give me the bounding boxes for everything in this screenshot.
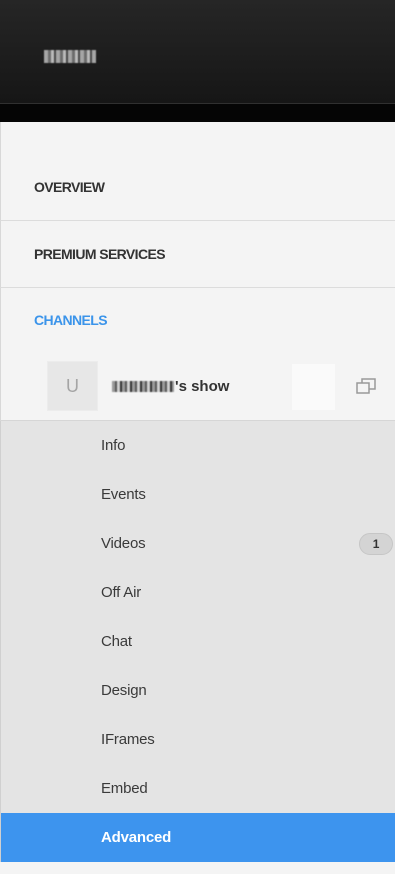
- subnav-embed[interactable]: Embed: [1, 764, 395, 813]
- subnav-info-label: Info: [101, 437, 126, 454]
- account-header: [0, 0, 395, 103]
- subnav-off-air[interactable]: Off Air: [1, 568, 395, 617]
- blurred-username[interactable]: [44, 50, 96, 63]
- subnav-chat-label: Chat: [101, 633, 132, 650]
- blurred-channel-owner: [112, 380, 174, 392]
- subnav-events-label: Events: [101, 486, 146, 503]
- subnav-events[interactable]: Events: [1, 470, 395, 519]
- nav-spacer: [0, 122, 395, 154]
- subnav-advanced-label: Advanced: [101, 829, 172, 846]
- nav-overview[interactable]: OVERVIEW: [0, 154, 395, 221]
- subnav-design[interactable]: Design: [1, 666, 395, 715]
- popout-icon[interactable]: [356, 377, 376, 395]
- nav-channels[interactable]: CHANNELS: [0, 288, 395, 352]
- subnav-videos-label: Videos: [101, 535, 146, 552]
- subnav-info[interactable]: Info: [1, 421, 395, 470]
- subnav-iframes-label: IFrames: [101, 731, 155, 748]
- sidebar: OVERVIEW PREMIUM SERVICES CHANNELS U 's …: [0, 0, 395, 874]
- subnav-design-label: Design: [101, 682, 147, 699]
- channel-show-name[interactable]: 's show: [112, 378, 229, 395]
- channel-show-row[interactable]: U 's show: [0, 352, 395, 421]
- videos-count-badge: 1: [359, 533, 393, 555]
- header-divider: [0, 103, 395, 122]
- subnav-videos[interactable]: Videos 1: [1, 519, 395, 568]
- channel-status-box: [292, 364, 335, 410]
- channel-subnav: Info Events Videos 1 Off Air Chat Design…: [0, 421, 395, 862]
- subnav-iframes[interactable]: IFrames: [1, 715, 395, 764]
- nav-premium-services[interactable]: PREMIUM SERVICES: [0, 221, 395, 288]
- avatar-letter: U: [66, 375, 79, 396]
- nav-channels-label: CHANNELS: [34, 312, 108, 328]
- subnav-advanced[interactable]: Advanced: [1, 813, 395, 862]
- nav-premium-services-label: PREMIUM SERVICES: [34, 246, 166, 262]
- subnav-chat[interactable]: Chat: [1, 617, 395, 666]
- nav-overview-label: OVERVIEW: [34, 179, 105, 195]
- channel-avatar: U: [47, 361, 98, 411]
- show-name-suffix: 's show: [175, 377, 230, 395]
- subnav-off-air-label: Off Air: [101, 584, 142, 601]
- subnav-embed-label: Embed: [101, 780, 148, 797]
